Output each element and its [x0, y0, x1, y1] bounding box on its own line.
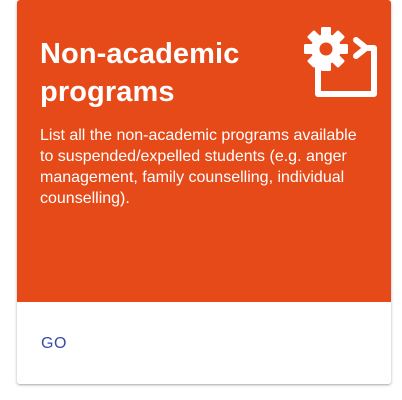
settings-applications-icon	[304, 27, 377, 97]
card-title: Non-academic programs	[40, 38, 240, 108]
program-card: Non-academic programs List all the non-a…	[17, 0, 391, 384]
go-button[interactable]: GO	[29, 328, 79, 360]
card-header: Non-academic programs List all the non-a…	[17, 0, 391, 302]
card-description: List all the non-academic programs avail…	[40, 127, 357, 207]
card-actions: GO	[17, 302, 391, 384]
